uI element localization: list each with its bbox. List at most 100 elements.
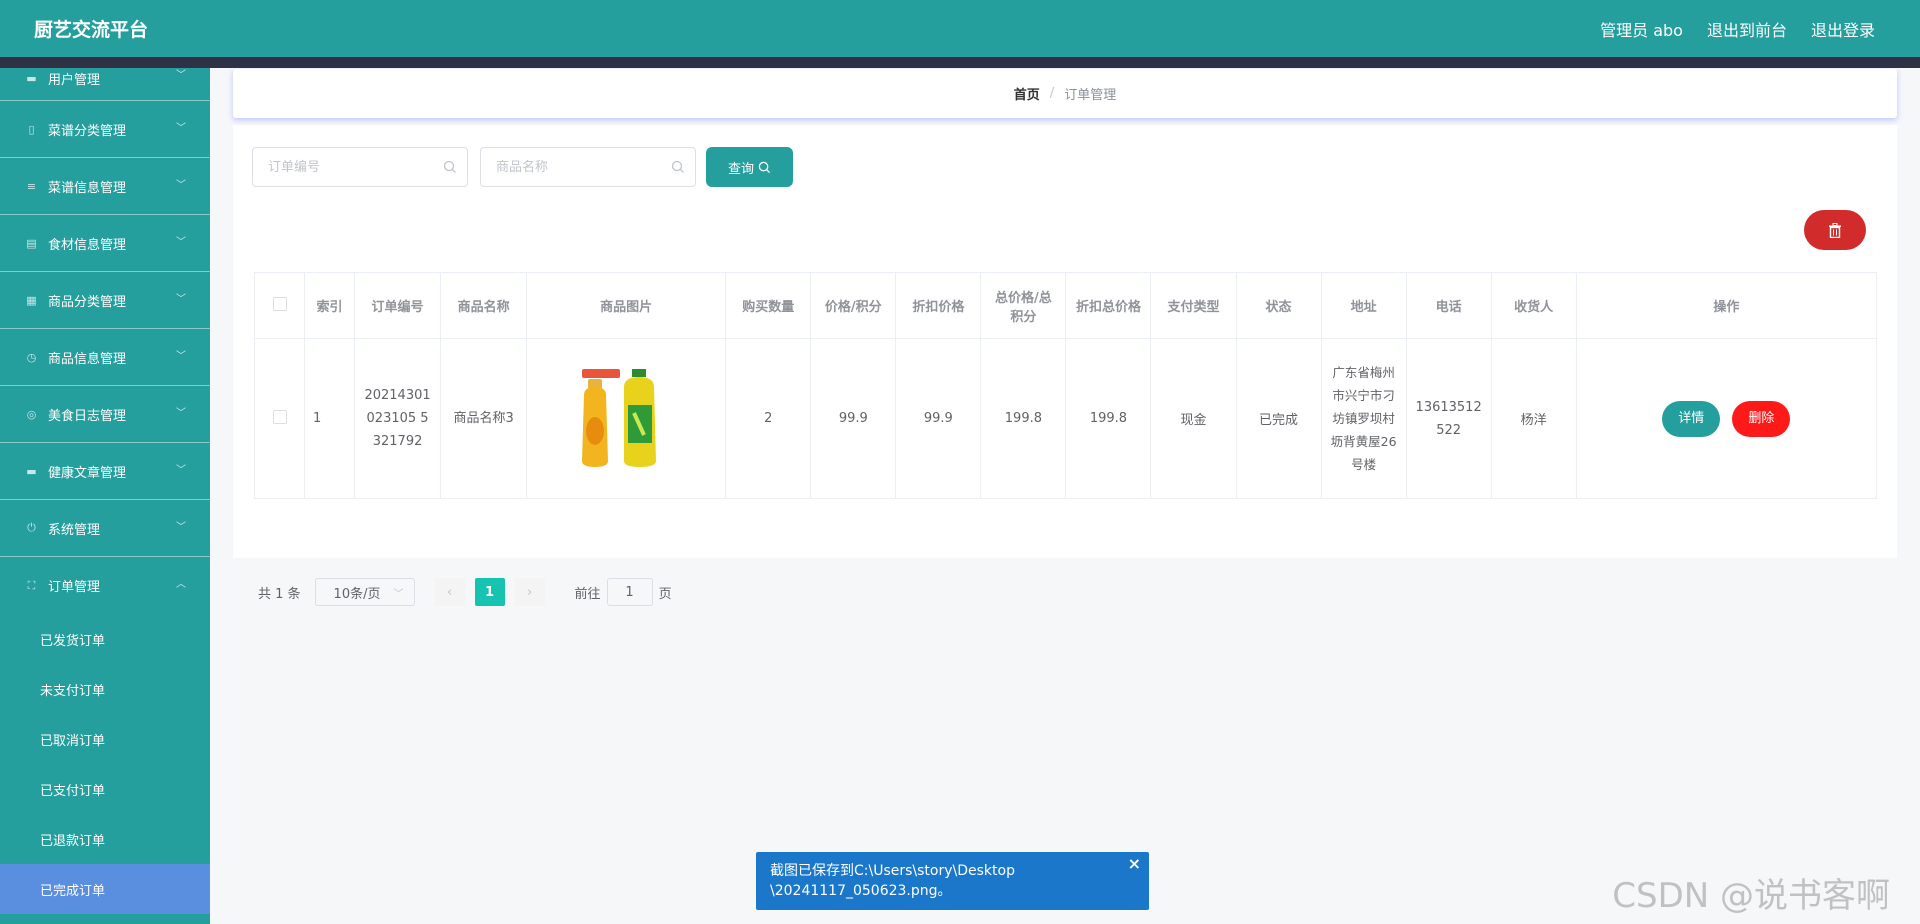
chevron-down-icon: ﹀ [176, 237, 186, 248]
row-checkbox[interactable] [272, 409, 287, 424]
batch-delete-button[interactable] [1804, 210, 1866, 250]
pagination: 共 1 条 10条/页 ﹀ ‹ 1 › 前往 1 页 [258, 578, 672, 606]
sidebar-item-recipe-info[interactable]: ≡ 菜谱信息管理 ﹀ [0, 158, 210, 215]
breadcrumb-home[interactable]: 首页 [1014, 84, 1040, 103]
row-select-cell [253, 338, 306, 499]
chevron-left-icon: ‹ [446, 584, 453, 600]
order-panel: 查询 索引 订单编号 商品名称 商品图片 购买数量 价格/积分 折扣价格 [233, 125, 1897, 606]
phone-icon: ▯ [28, 122, 35, 136]
pager-total: 共 1 条 [258, 586, 301, 602]
toast-line-1: 截图已保存到C:\Users\story\Desktop [770, 863, 1015, 879]
column-header: 折扣价格 [895, 272, 982, 339]
sidebar-item-orders[interactable]: ⛶ 订单管理 ︿ [0, 557, 210, 614]
column-header: 价格/积分 [810, 272, 897, 339]
order-no-input[interactable] [253, 148, 467, 186]
column-header: 折扣总价格 [1065, 272, 1152, 339]
product-name-input[interactable] [481, 148, 695, 186]
goto-page-input[interactable]: 1 [606, 578, 653, 606]
watermark: CSDN @说书客啊 [1612, 876, 1890, 916]
select-all-cell [253, 272, 306, 339]
page-number-current[interactable]: 1 [474, 578, 505, 606]
order-table: 索引 订单编号 商品名称 商品图片 购买数量 价格/积分 折扣价格 总价格/总积… [253, 272, 1878, 499]
chevron-right-icon: › [526, 584, 533, 600]
sidebar-subitem-refunded[interactable]: 已退款订单 [0, 814, 210, 864]
clock-icon: ◷ [26, 350, 37, 364]
close-icon[interactable]: × [1128, 854, 1141, 874]
chevron-down-icon: ﹀ [176, 123, 186, 134]
cell-index: 1 [304, 338, 356, 499]
select-all-checkbox[interactable] [272, 296, 287, 311]
sidebar-subitem-cancelled[interactable]: 已取消订单 [0, 714, 210, 764]
table-header-row: 索引 订单编号 商品名称 商品图片 购买数量 价格/积分 折扣价格 总价格/总积… [253, 272, 1878, 339]
sidebar-item-system[interactable]: ⏻ 系统管理 ﹀ [0, 500, 210, 557]
cell-discount-total: 199.8 [1065, 338, 1152, 499]
query-button-label: 查询 [727, 161, 754, 177]
search-icon [443, 160, 456, 173]
sidebar-subitem-paid[interactable]: 已支付订单 [0, 764, 210, 814]
column-header: 商品名称 [440, 272, 528, 339]
cell-pay-type: 现金 [1150, 338, 1237, 499]
app-title: 厨艺交流平台 [34, 19, 149, 41]
cell-quantity: 2 [725, 338, 812, 499]
sidebar-subitem-completed[interactable]: 已完成订单 [0, 864, 210, 914]
prev-page-button[interactable]: ‹ [434, 578, 465, 606]
toast-line-2: \20241117_050623.png。 [770, 883, 952, 899]
sidebar-item-food-log[interactable]: ◎ 美食日志管理 ﹀ [0, 386, 210, 443]
frame-icon: ⛶ [27, 578, 36, 592]
delete-button[interactable]: 删除 [1732, 400, 1791, 437]
breadcrumb: 首页 / 订单管理 [233, 69, 1897, 118]
admin-label: 管理员 abo [1600, 21, 1683, 40]
column-header: 支付类型 [1150, 272, 1237, 339]
chevron-up-icon: ︿ [176, 579, 186, 590]
cell-total: 199.8 [980, 338, 1067, 499]
screenshot-toast: 截图已保存到C:\Users\story\Desktop \20241117_0… [756, 852, 1149, 910]
user-icon: ▬ [26, 71, 37, 85]
goto-suffix: 页 [658, 586, 672, 602]
chevron-down-icon: ﹀ [176, 180, 186, 191]
breadcrumb-separator: / [1049, 86, 1055, 101]
column-header: 订单编号 [354, 272, 442, 339]
sliders-icon: ≡ [26, 179, 37, 193]
chevron-down-icon: ﹀ [176, 522, 186, 533]
cell-receiver: 杨洋 [1490, 338, 1577, 499]
top-bar: 厨艺交流平台 管理员 abo 退出到前台 退出登录 [0, 0, 1920, 57]
chevron-down-icon: ﹀ [393, 588, 404, 600]
main-content: 首页 / 订单管理 查询 索引 订单编号 [210, 68, 1920, 924]
column-header: 收货人 [1490, 272, 1577, 339]
table-row: 1 20214301023105 5321792 商品名称3 2 99.9 99… [253, 338, 1878, 499]
column-header: 操作 [1575, 272, 1878, 339]
query-button[interactable]: 查询 [706, 147, 793, 187]
search-icon [758, 161, 771, 173]
column-header: 购买数量 [725, 272, 812, 339]
detail-button[interactable]: 详情 [1662, 400, 1721, 437]
cell-discount-price: 99.9 [895, 338, 982, 499]
column-header: 商品图片 [526, 272, 727, 339]
column-header: 索引 [304, 272, 356, 339]
page-size-select[interactable]: 10条/页 ﹀ [314, 578, 415, 606]
front-link[interactable]: 退出到前台 [1707, 17, 1787, 41]
header-actions: 管理员 abo 退出到前台 退出登录 [1600, 17, 1875, 41]
cell-phone: 13613512522 [1405, 338, 1492, 499]
sidebar-item-recipe-category[interactable]: ▯ 菜谱分类管理 ﹀ [0, 101, 210, 158]
globe-icon: ◎ [26, 407, 37, 421]
grid-icon: ▦ [26, 293, 37, 307]
sidebar-item-health-article[interactable]: ▬ 健康文章管理 ﹀ [0, 443, 210, 500]
sidebar-item-users[interactable]: ▬ 用户管理 ﹀ [0, 68, 210, 101]
sidebar: ▬ 用户管理 ﹀ ▯ 菜谱分类管理 ﹀ ≡ 菜谱信息管理 ﹀ ▤ 食材信息管理 … [0, 68, 210, 924]
column-header: 电话 [1405, 272, 1492, 339]
search-icon [671, 160, 684, 173]
chevron-down-icon: ﹀ [176, 465, 186, 476]
product-name-field [480, 147, 696, 187]
sidebar-subitem-shipped[interactable]: 已发货订单 [0, 614, 210, 664]
sidebar-item-product-category[interactable]: ▦ 商品分类管理 ﹀ [0, 272, 210, 329]
cell-product-image [526, 338, 727, 499]
logout-link[interactable]: 退出登录 [1811, 17, 1875, 41]
sidebar-subitem-unpaid[interactable]: 未支付订单 [0, 664, 210, 714]
column-header: 地址 [1320, 272, 1407, 339]
next-page-button[interactable]: › [514, 578, 545, 606]
sidebar-item-ingredient-info[interactable]: ▤ 食材信息管理 ﹀ [0, 215, 210, 272]
cell-address: 广东省梅州市兴宁市刁坊镇罗坝村坜背黄屋26号楼 [1320, 338, 1407, 499]
sidebar-item-product-info[interactable]: ◷ 商品信息管理 ﹀ [0, 329, 210, 386]
cell-product-name: 商品名称3 [440, 338, 528, 499]
chevron-down-icon: ﹀ [176, 70, 186, 81]
